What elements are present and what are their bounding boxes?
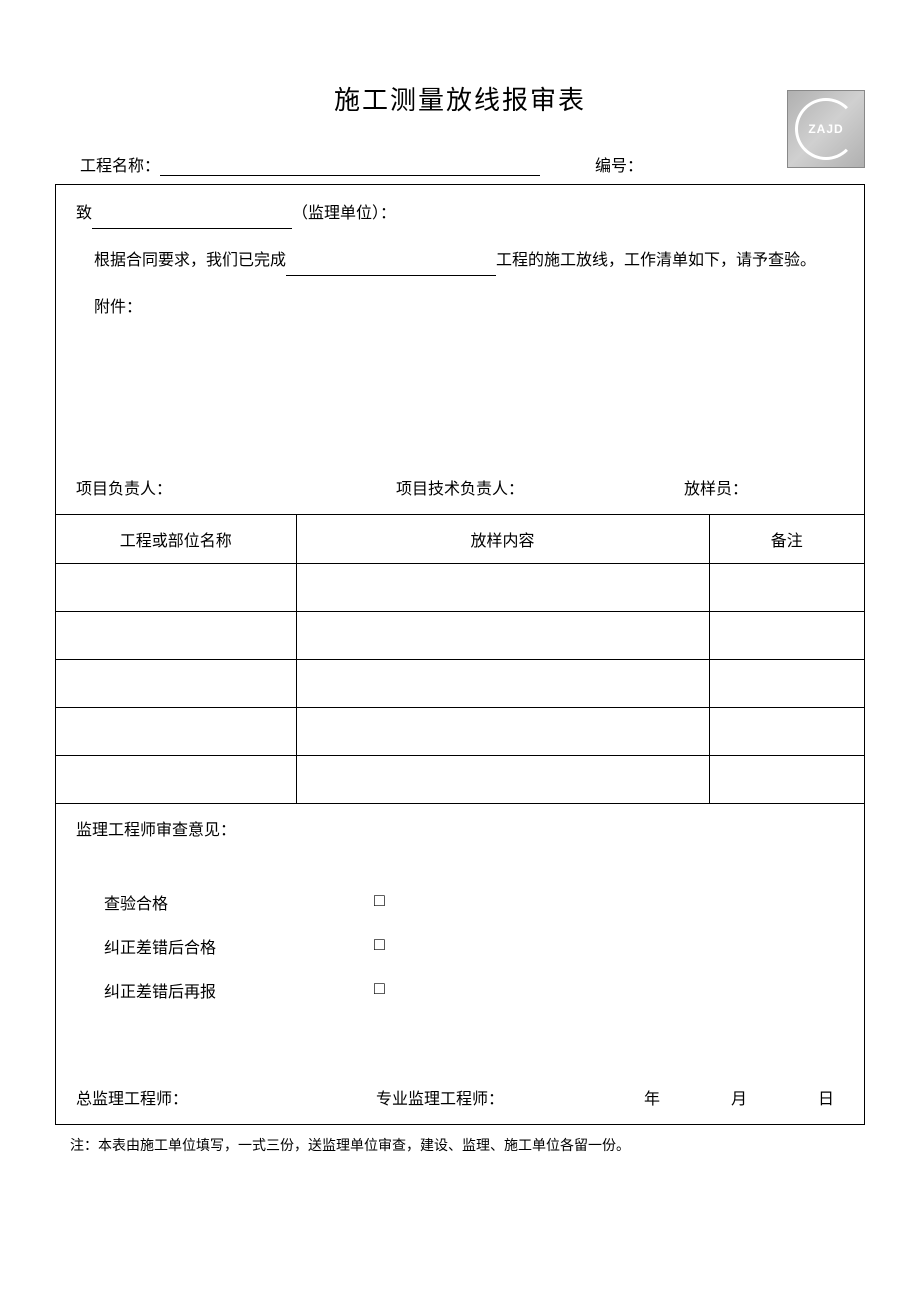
table-cell[interactable] bbox=[709, 659, 864, 707]
th-name: 工程或部位名称 bbox=[56, 515, 296, 563]
supervisor-unit-field[interactable] bbox=[92, 209, 292, 229]
to-prefix: 致 bbox=[76, 205, 92, 222]
opt-pass-label: 查验合格 bbox=[104, 890, 374, 914]
section-opinion: 监理工程师审查意见： 查验合格 □ 纠正差错后合格 □ 纠正差错后再报 □ 总监… bbox=[56, 804, 864, 1124]
table-cell[interactable] bbox=[709, 611, 864, 659]
date-year: 年 bbox=[644, 1085, 660, 1109]
table-cell[interactable] bbox=[296, 563, 709, 611]
table-cell[interactable] bbox=[56, 755, 296, 803]
tech-manager-label: 项目技术负责人： bbox=[396, 475, 684, 499]
project-name-field[interactable] bbox=[160, 156, 540, 176]
table-cell[interactable] bbox=[56, 707, 296, 755]
date-month: 月 bbox=[731, 1085, 747, 1109]
opt-correct-pass-label: 纠正差错后合格 bbox=[104, 934, 374, 958]
to-suffix: （监理单位）： bbox=[292, 205, 396, 222]
table-cell[interactable] bbox=[709, 755, 864, 803]
th-content: 放样内容 bbox=[296, 515, 709, 563]
date-day: 日 bbox=[818, 1085, 834, 1109]
page-title: 施工测量放线报审表 bbox=[334, 86, 586, 115]
th-remark: 备注 bbox=[709, 515, 864, 563]
work-list-table: 工程或部位名称 放样内容 备注 bbox=[56, 515, 864, 804]
logo-stamp: ZAJD bbox=[787, 90, 865, 168]
project-scope-field[interactable] bbox=[286, 256, 496, 276]
body-suffix: 工程的施工放线，工作清单如下，请予查验。 bbox=[496, 252, 816, 269]
table-cell[interactable] bbox=[56, 611, 296, 659]
body-prefix: 根据合同要求，我们已完成 bbox=[94, 252, 286, 269]
table-cell[interactable] bbox=[56, 563, 296, 611]
section-submission: 致 （监理单位）： 根据合同要求，我们已完成 工程的施工放线，工作清单如下，请予查验… bbox=[56, 185, 864, 515]
table-cell[interactable] bbox=[296, 611, 709, 659]
table-cell[interactable] bbox=[296, 707, 709, 755]
project-manager-label: 项目负责人： bbox=[76, 475, 396, 499]
chief-engineer-label: 总监理工程师： bbox=[76, 1085, 376, 1109]
pro-engineer-label: 专业监理工程师： bbox=[376, 1085, 644, 1109]
project-name-label: 工程名称： bbox=[80, 158, 160, 175]
table-cell[interactable] bbox=[709, 707, 864, 755]
checkbox-correct-pass[interactable]: □ bbox=[374, 934, 385, 958]
surveyor-label: 放样员： bbox=[684, 475, 844, 499]
table-cell[interactable] bbox=[296, 755, 709, 803]
form-frame: 致 （监理单位）： 根据合同要求，我们已完成 工程的施工放线，工作清单如下，请予查验… bbox=[55, 184, 865, 1125]
checkbox-resubmit[interactable]: □ bbox=[374, 978, 385, 1002]
logo-text: ZAJD bbox=[795, 98, 857, 160]
checkbox-pass[interactable]: □ bbox=[374, 890, 385, 914]
table-cell[interactable] bbox=[296, 659, 709, 707]
footnote: 注：本表由施工单位填写，一式三份，送监理单位审查，建设、监理、施工单位各留一份。 bbox=[55, 1125, 865, 1155]
attachment-label: 附件： bbox=[94, 299, 142, 316]
table-cell[interactable] bbox=[709, 563, 864, 611]
number-label: 编号： bbox=[595, 158, 643, 175]
opt-resubmit-label: 纠正差错后再报 bbox=[104, 978, 374, 1002]
table-cell[interactable] bbox=[56, 659, 296, 707]
opinion-title: 监理工程师审查意见： bbox=[76, 816, 844, 840]
